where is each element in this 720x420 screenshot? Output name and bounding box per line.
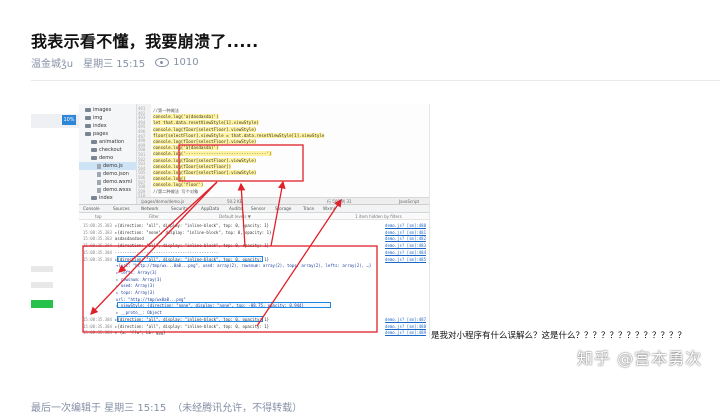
- console-highlight-box: [82, 245, 378, 333]
- footer-license: （未经腾讯允许，不得转载）: [172, 403, 303, 414]
- annotation-arrow: [118, 181, 218, 273]
- eye-icon: [155, 58, 170, 67]
- annotation-arrow: [270, 180, 286, 247]
- author-name[interactable]: 温金城ʒ̃u: [31, 55, 73, 70]
- article-title: 我表示看不懂，我要崩溃了.....: [31, 32, 259, 51]
- annotation-arrow: [237, 182, 246, 247]
- watermark: 知乎 @宫本勇次: [577, 349, 703, 368]
- article-footer: 最后一次编辑于 星期三 15:15 （未经腾讯允许，不得转载）: [31, 399, 302, 414]
- views-count: 1010: [173, 57, 199, 68]
- question-text: 是我对小程序有什么误解么？这是什么？？？？？？？？？？？？？: [431, 331, 687, 341]
- article-meta: 温金城ʒ̃u 星期三 15:15 1010: [31, 55, 199, 70]
- annotation-arrow: [90, 181, 218, 315]
- annotation-arrow: [256, 198, 342, 327]
- post-date: 星期三 15:15: [83, 59, 146, 70]
- embedded-screenshot: 10% images img index pages animation che…: [31, 104, 430, 338]
- annotations: [82, 144, 378, 333]
- code-highlight-box: [178, 144, 304, 182]
- divider: [31, 80, 720, 81]
- footer-edited: 最后一次编辑于 星期三 15:15: [31, 403, 167, 414]
- views-counter: 1010: [155, 57, 199, 68]
